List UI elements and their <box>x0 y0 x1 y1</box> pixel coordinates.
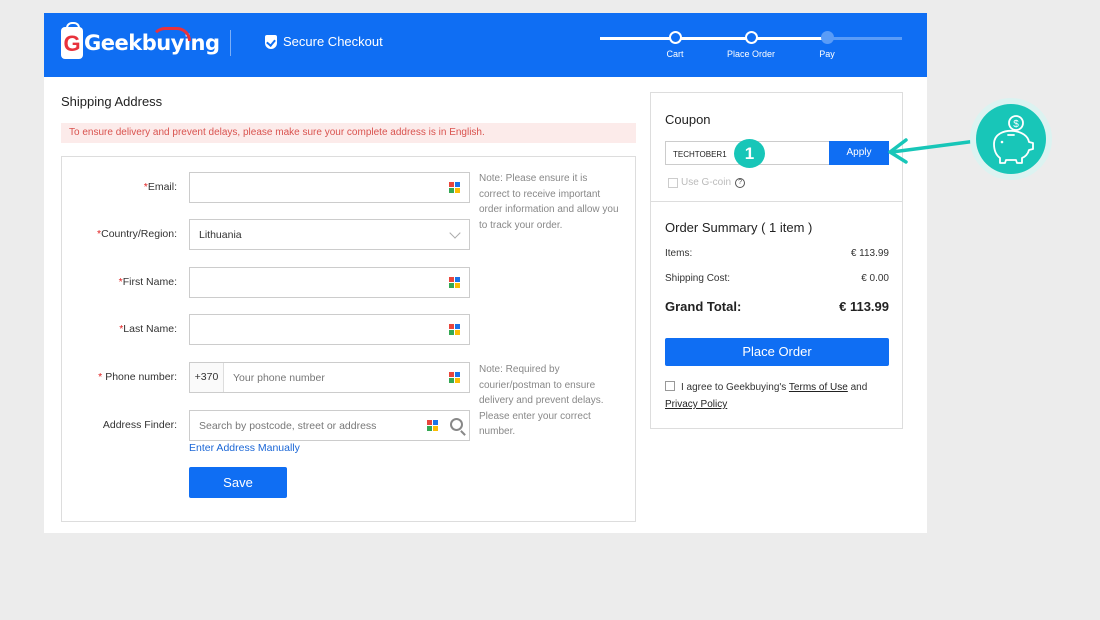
last-name-field[interactable] <box>189 314 470 345</box>
agree-and-text: and <box>850 382 868 393</box>
phone-label: * Phone number: <box>98 371 177 383</box>
sidebar-divider <box>651 201 902 202</box>
shopping-bag-icon: G <box>61 22 83 59</box>
privacy-policy-link[interactable]: Privacy Policy <box>665 399 727 410</box>
address-search-input[interactable]: Search by postcode, street or address <box>189 410 470 441</box>
autofill-icon[interactable] <box>449 277 461 289</box>
use-gcoin-option[interactable]: Use G-coin ? <box>668 177 746 188</box>
items-value: € 113.99 <box>850 248 889 259</box>
piggy-bank-icon: $ <box>976 104 1046 174</box>
items-label: Items: <box>665 248 693 259</box>
enter-address-manually-link[interactable]: Enter Address Manually <box>189 442 300 454</box>
shield-check-icon <box>265 34 277 49</box>
address-placeholder: Search by postcode, street or address <box>199 420 377 432</box>
grand-total-value: € 113.99 <box>839 299 889 314</box>
shipping-cost-row: Shipping Cost: € 0.00 <box>665 273 889 284</box>
autofill-icon[interactable] <box>449 324 461 336</box>
step-number-badge: 1 <box>734 139 765 168</box>
step-dot <box>668 31 682 44</box>
address-finder-label: Address Finder: <box>102 419 177 431</box>
autofill-icon[interactable] <box>449 372 461 384</box>
place-order-button[interactable]: Place Order <box>665 338 889 366</box>
checkout-header: G Geekbuying Secure Checkout Cart Place … <box>44 13 927 77</box>
agree-checkbox[interactable] <box>665 381 675 391</box>
shipping-cost-value: € 0.00 <box>861 273 889 284</box>
chevron-down-icon <box>449 227 461 239</box>
terms-agreement: I agree to Geekbuying's Terms of Use and… <box>665 379 889 413</box>
order-sidebar: Coupon TECHTOBER1 Apply Use G-coin ? Ord… <box>650 92 903 429</box>
autofill-icon[interactable] <box>449 182 461 194</box>
first-name-field[interactable] <box>189 267 470 298</box>
logo-swoosh <box>151 27 191 41</box>
first-name-label: *First Name: <box>118 276 177 288</box>
email-field[interactable] <box>189 172 470 203</box>
apply-coupon-button[interactable]: Apply <box>829 141 889 165</box>
progress-line-done <box>600 37 826 40</box>
checkout-progress: Cart Place Order Pay <box>600 31 902 67</box>
terms-of-use-link[interactable]: Terms of Use <box>789 382 848 393</box>
phone-placeholder: Your phone number <box>233 372 325 384</box>
step-label: Place Order <box>726 49 776 59</box>
country-value: Lithuania <box>199 229 242 241</box>
step-dot <box>744 31 758 44</box>
country-select[interactable]: Lithuania <box>189 219 470 250</box>
step-place-order: Place Order <box>721 31 781 59</box>
piggy-bank-badge: $ <box>970 98 1052 180</box>
shipping-title: Shipping Address <box>61 94 163 109</box>
items-row: Items: € 113.99 <box>665 248 889 259</box>
last-name-label: *Last Name: <box>119 323 177 335</box>
header-divider <box>230 30 231 56</box>
coupon-title: Coupon <box>665 112 711 127</box>
checkout-page: G Geekbuying Secure Checkout Cart Place … <box>44 13 927 533</box>
shipping-cost-label: Shipping Cost: <box>665 273 731 284</box>
save-button[interactable]: Save <box>189 467 287 498</box>
autofill-icon[interactable] <box>427 420 439 432</box>
grand-total-row: Grand Total: € 113.99 <box>665 299 889 314</box>
agree-text: I agree to Geekbuying's <box>681 382 787 393</box>
phone-prefix: +370 <box>190 363 224 392</box>
step-label: Pay <box>819 49 835 59</box>
phone-note: Note: Required by courier/postman to ens… <box>479 364 604 437</box>
email-note: Note: Please ensure it is correct to rec… <box>479 173 619 231</box>
search-icon[interactable] <box>450 418 463 431</box>
geekbuying-logo[interactable]: G Geekbuying <box>61 22 220 61</box>
secure-checkout-label: Secure Checkout <box>283 34 383 49</box>
secure-checkout: Secure Checkout <box>265 34 383 49</box>
gcoin-checkbox[interactable] <box>668 177 678 188</box>
phone-field[interactable]: +370 Your phone number <box>189 362 470 393</box>
grand-total-label: Grand Total: <box>665 299 742 314</box>
country-label: *Country/Region: <box>97 228 177 240</box>
svg-text:$: $ <box>1013 119 1019 130</box>
gcoin-label: Use G-coin <box>681 177 732 188</box>
english-address-notice: To ensure delivery and prevent delays, p… <box>61 123 636 143</box>
order-summary-title: Order Summary ( 1 item ) <box>665 220 813 235</box>
step-dot <box>820 31 834 44</box>
step-cart: Cart <box>645 31 705 59</box>
step-label: Cart <box>666 49 684 59</box>
help-icon[interactable]: ? <box>735 177 746 188</box>
step-pay: Pay <box>797 31 857 59</box>
shipping-form: *Email: Note: Please ensure it is correc… <box>61 156 636 522</box>
email-label: *Email: <box>143 181 177 193</box>
